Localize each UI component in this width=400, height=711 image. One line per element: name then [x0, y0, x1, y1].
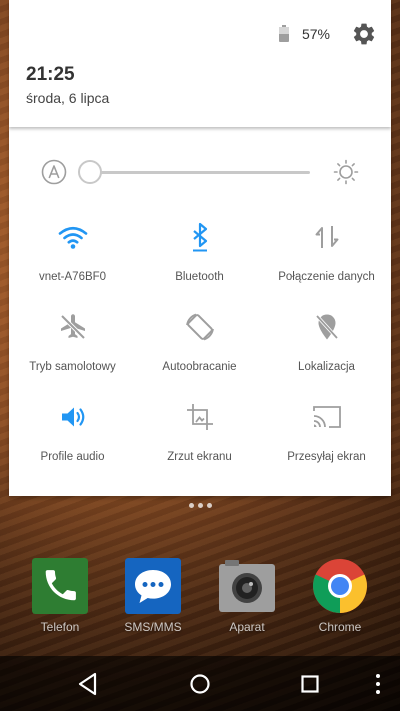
app-camera[interactable]: Aparat	[207, 558, 287, 634]
tile-auto-rotate[interactable]: Autoobracanie	[136, 299, 263, 389]
quick-settings-panel: vnet-A76BF0 Bluetooth Połączenie danych	[9, 127, 391, 496]
app-messaging[interactable]: SMS/MMS	[113, 558, 193, 634]
airplane-icon	[60, 314, 85, 340]
back-icon[interactable]	[74, 670, 102, 698]
brightness-slider-thumb[interactable]	[78, 160, 102, 184]
page-dot	[197, 503, 203, 508]
tile-label: Bluetooth	[175, 271, 224, 283]
tile-label: vnet-A76BF0	[38, 271, 107, 283]
auto-rotate-icon	[185, 313, 214, 341]
page-dot	[206, 503, 212, 508]
app-label: Aparat	[229, 620, 265, 634]
bluetooth-icon	[192, 222, 207, 252]
tile-airplane-mode[interactable]: Tryb samolotowy	[9, 299, 136, 389]
app-label: SMS/MMS	[124, 620, 182, 634]
quick-settings-tiles: vnet-A76BF0 Bluetooth Połączenie danych	[9, 209, 391, 479]
chrome-icon	[313, 559, 367, 613]
messaging-icon	[125, 558, 181, 614]
tile-label: Przesyłaj ekran	[287, 451, 366, 463]
camera-icon	[219, 560, 275, 612]
brightness-row	[9, 155, 391, 189]
clock[interactable]: 21:25	[26, 64, 75, 86]
gear-icon[interactable]	[351, 21, 377, 47]
tile-bluetooth[interactable]: Bluetooth	[136, 209, 263, 299]
date[interactable]: środa, 6 lipca	[26, 90, 109, 106]
tile-location[interactable]: Lokalizacja	[263, 299, 390, 389]
brightness-slider-track[interactable]	[90, 171, 310, 174]
tile-data-connection[interactable]: Połączenie danych	[263, 209, 390, 299]
data-connection-icon	[315, 226, 338, 248]
screenshot-icon	[186, 404, 213, 430]
battery-icon	[278, 24, 289, 42]
page-indicator	[0, 503, 400, 508]
brightness-sun-icon	[333, 159, 359, 185]
app-label: Chrome	[318, 620, 362, 634]
tile-cast-screen[interactable]: Przesyłaj ekran	[263, 389, 390, 479]
quick-settings-header: 57% 21:25 środa, 6 lipca	[9, 0, 391, 127]
speaker-icon	[61, 407, 84, 427]
navigation-bar	[0, 656, 400, 711]
auto-brightness-icon[interactable]	[41, 159, 67, 185]
tile-wifi[interactable]: vnet-A76BF0	[9, 209, 136, 299]
tile-label: Profile audio	[40, 451, 105, 463]
tile-label: Lokalizacja	[298, 361, 355, 373]
tile-label: Zrzut ekranu	[167, 451, 232, 463]
battery-percent: 57%	[301, 26, 330, 42]
dock: Telefon SMS/MMS Aparat Chrome	[0, 558, 400, 638]
recents-icon[interactable]	[296, 670, 324, 698]
status-row: 57%	[278, 20, 377, 48]
overflow-menu-icon[interactable]	[364, 670, 392, 698]
tile-label: Tryb samolotowy	[29, 361, 116, 373]
home-icon[interactable]	[186, 670, 214, 698]
tile-audio-profiles[interactable]: Profile audio	[9, 389, 136, 479]
phone-icon	[32, 558, 88, 614]
app-chrome[interactable]: Chrome	[300, 558, 380, 634]
wifi-icon	[58, 226, 87, 249]
tile-label: Połączenie danych	[278, 271, 375, 283]
app-phone[interactable]: Telefon	[20, 558, 100, 634]
app-label: Telefon	[40, 620, 80, 634]
tile-screenshot[interactable]: Zrzut ekranu	[136, 389, 263, 479]
location-off-icon	[315, 314, 338, 340]
cast-icon	[312, 406, 341, 428]
page-dot	[188, 503, 194, 508]
tile-label: Autoobracanie	[162, 361, 237, 373]
